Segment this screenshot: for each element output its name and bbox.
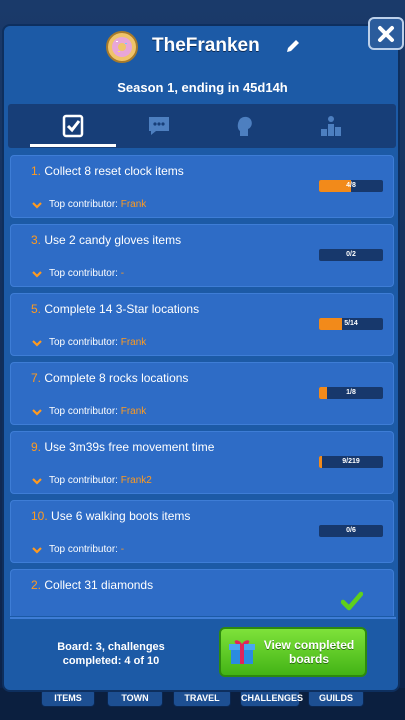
chevron-down-icon[interactable] xyxy=(32,271,42,278)
top-contributor: Top contributor: Frank xyxy=(49,406,147,417)
progress-text: 5/14 xyxy=(344,320,358,327)
checklist-icon xyxy=(62,114,84,138)
divider xyxy=(10,617,396,619)
chevron-down-icon[interactable] xyxy=(32,547,42,554)
progress-text: 1/8 xyxy=(346,389,356,396)
avatar xyxy=(106,31,138,63)
progress-text: 9/219 xyxy=(342,458,360,465)
view-completed-boards-button[interactable]: View completed boards xyxy=(219,627,367,677)
close-icon xyxy=(378,25,394,42)
challenge-title: 3. Use 2 candy gloves items xyxy=(31,233,182,247)
board-status-line: completed: 4 of 10 xyxy=(62,655,160,667)
gift-icon xyxy=(229,640,255,664)
top-contributor: Top contributor: Frank2 xyxy=(49,475,152,486)
chevron-down-icon[interactable] xyxy=(32,478,42,485)
tab-chat[interactable] xyxy=(114,104,204,148)
profile-head-icon xyxy=(237,116,252,136)
chevron-down-icon[interactable] xyxy=(32,202,42,209)
active-tab-indicator xyxy=(30,144,116,147)
challenge-title: 10. Use 6 walking boots items xyxy=(31,509,191,523)
edit-pencil-icon[interactable] xyxy=(285,38,301,54)
progress-bar: 9/219 xyxy=(319,456,383,468)
challenge-card-completed: 2. Collect 31 diamonds xyxy=(10,569,394,616)
season-timer: Season 1, ending in 45d14h xyxy=(117,80,288,95)
chat-icon xyxy=(149,117,169,135)
view-label-line: boards xyxy=(288,652,329,666)
close-button[interactable] xyxy=(368,17,404,50)
challenge-title: 9. Use 3m39s free movement time xyxy=(31,440,215,454)
board-status-line: Board: 3, challenges xyxy=(57,641,165,653)
challenge-title: 2. Collect 31 diamonds xyxy=(31,578,154,592)
challenge-list[interactable]: 1. Collect 8 reset clock items 4/8 Top c… xyxy=(10,155,396,616)
progress-text: 4/8 xyxy=(346,182,356,189)
tab-members[interactable] xyxy=(200,104,290,148)
challenge-card: 7. Complete 8 rocks locations 1/8 Top co… xyxy=(10,362,394,425)
challenge-card: 9. Use 3m39s free movement time 9/219 To… xyxy=(10,431,394,494)
top-contributor: Top contributor: Frank xyxy=(49,199,147,210)
page-title: TheFranken xyxy=(152,35,260,56)
progress-text: 0/6 xyxy=(346,527,356,534)
tab-leaderboard[interactable] xyxy=(286,104,376,148)
donut-icon xyxy=(112,37,132,57)
view-label-line: View completed xyxy=(263,638,355,652)
progress-text: 0/2 xyxy=(346,251,356,258)
top-contributor: Top contributor: - xyxy=(49,268,125,279)
challenge-title: 5. Complete 14 3-Star locations xyxy=(31,302,200,316)
checkmark-icon xyxy=(341,591,363,611)
board-status: Board: 3, challenges completed: 4 of 10 xyxy=(46,640,176,668)
view-completed-label: View completed boards xyxy=(259,638,359,666)
leaderboard-icon xyxy=(321,116,341,136)
challenge-title: 7. Complete 8 rocks locations xyxy=(31,371,189,385)
top-contributor: Top contributor: - xyxy=(49,544,125,555)
challenge-card: 10. Use 6 walking boots items 0/6 Top co… xyxy=(10,500,394,563)
challenge-card: 1. Collect 8 reset clock items 4/8 Top c… xyxy=(10,155,394,218)
progress-bar: 5/14 xyxy=(319,318,383,330)
progress-bar: 0/6 xyxy=(319,525,383,537)
top-contributor: Top contributor: Frank xyxy=(49,337,147,348)
chevron-down-icon[interactable] xyxy=(32,409,42,416)
challenge-card: 3. Use 2 candy gloves items 0/2 Top cont… xyxy=(10,224,394,287)
tab-challenges[interactable] xyxy=(28,104,118,148)
challenge-title: 1. Collect 8 reset clock items xyxy=(31,164,184,178)
chevron-down-icon[interactable] xyxy=(32,340,42,347)
progress-bar: 0/2 xyxy=(319,249,383,261)
progress-bar: 1/8 xyxy=(319,387,383,399)
challenge-card: 5. Complete 14 3-Star locations 5/14 Top… xyxy=(10,293,394,356)
progress-bar: 4/8 xyxy=(319,180,383,192)
